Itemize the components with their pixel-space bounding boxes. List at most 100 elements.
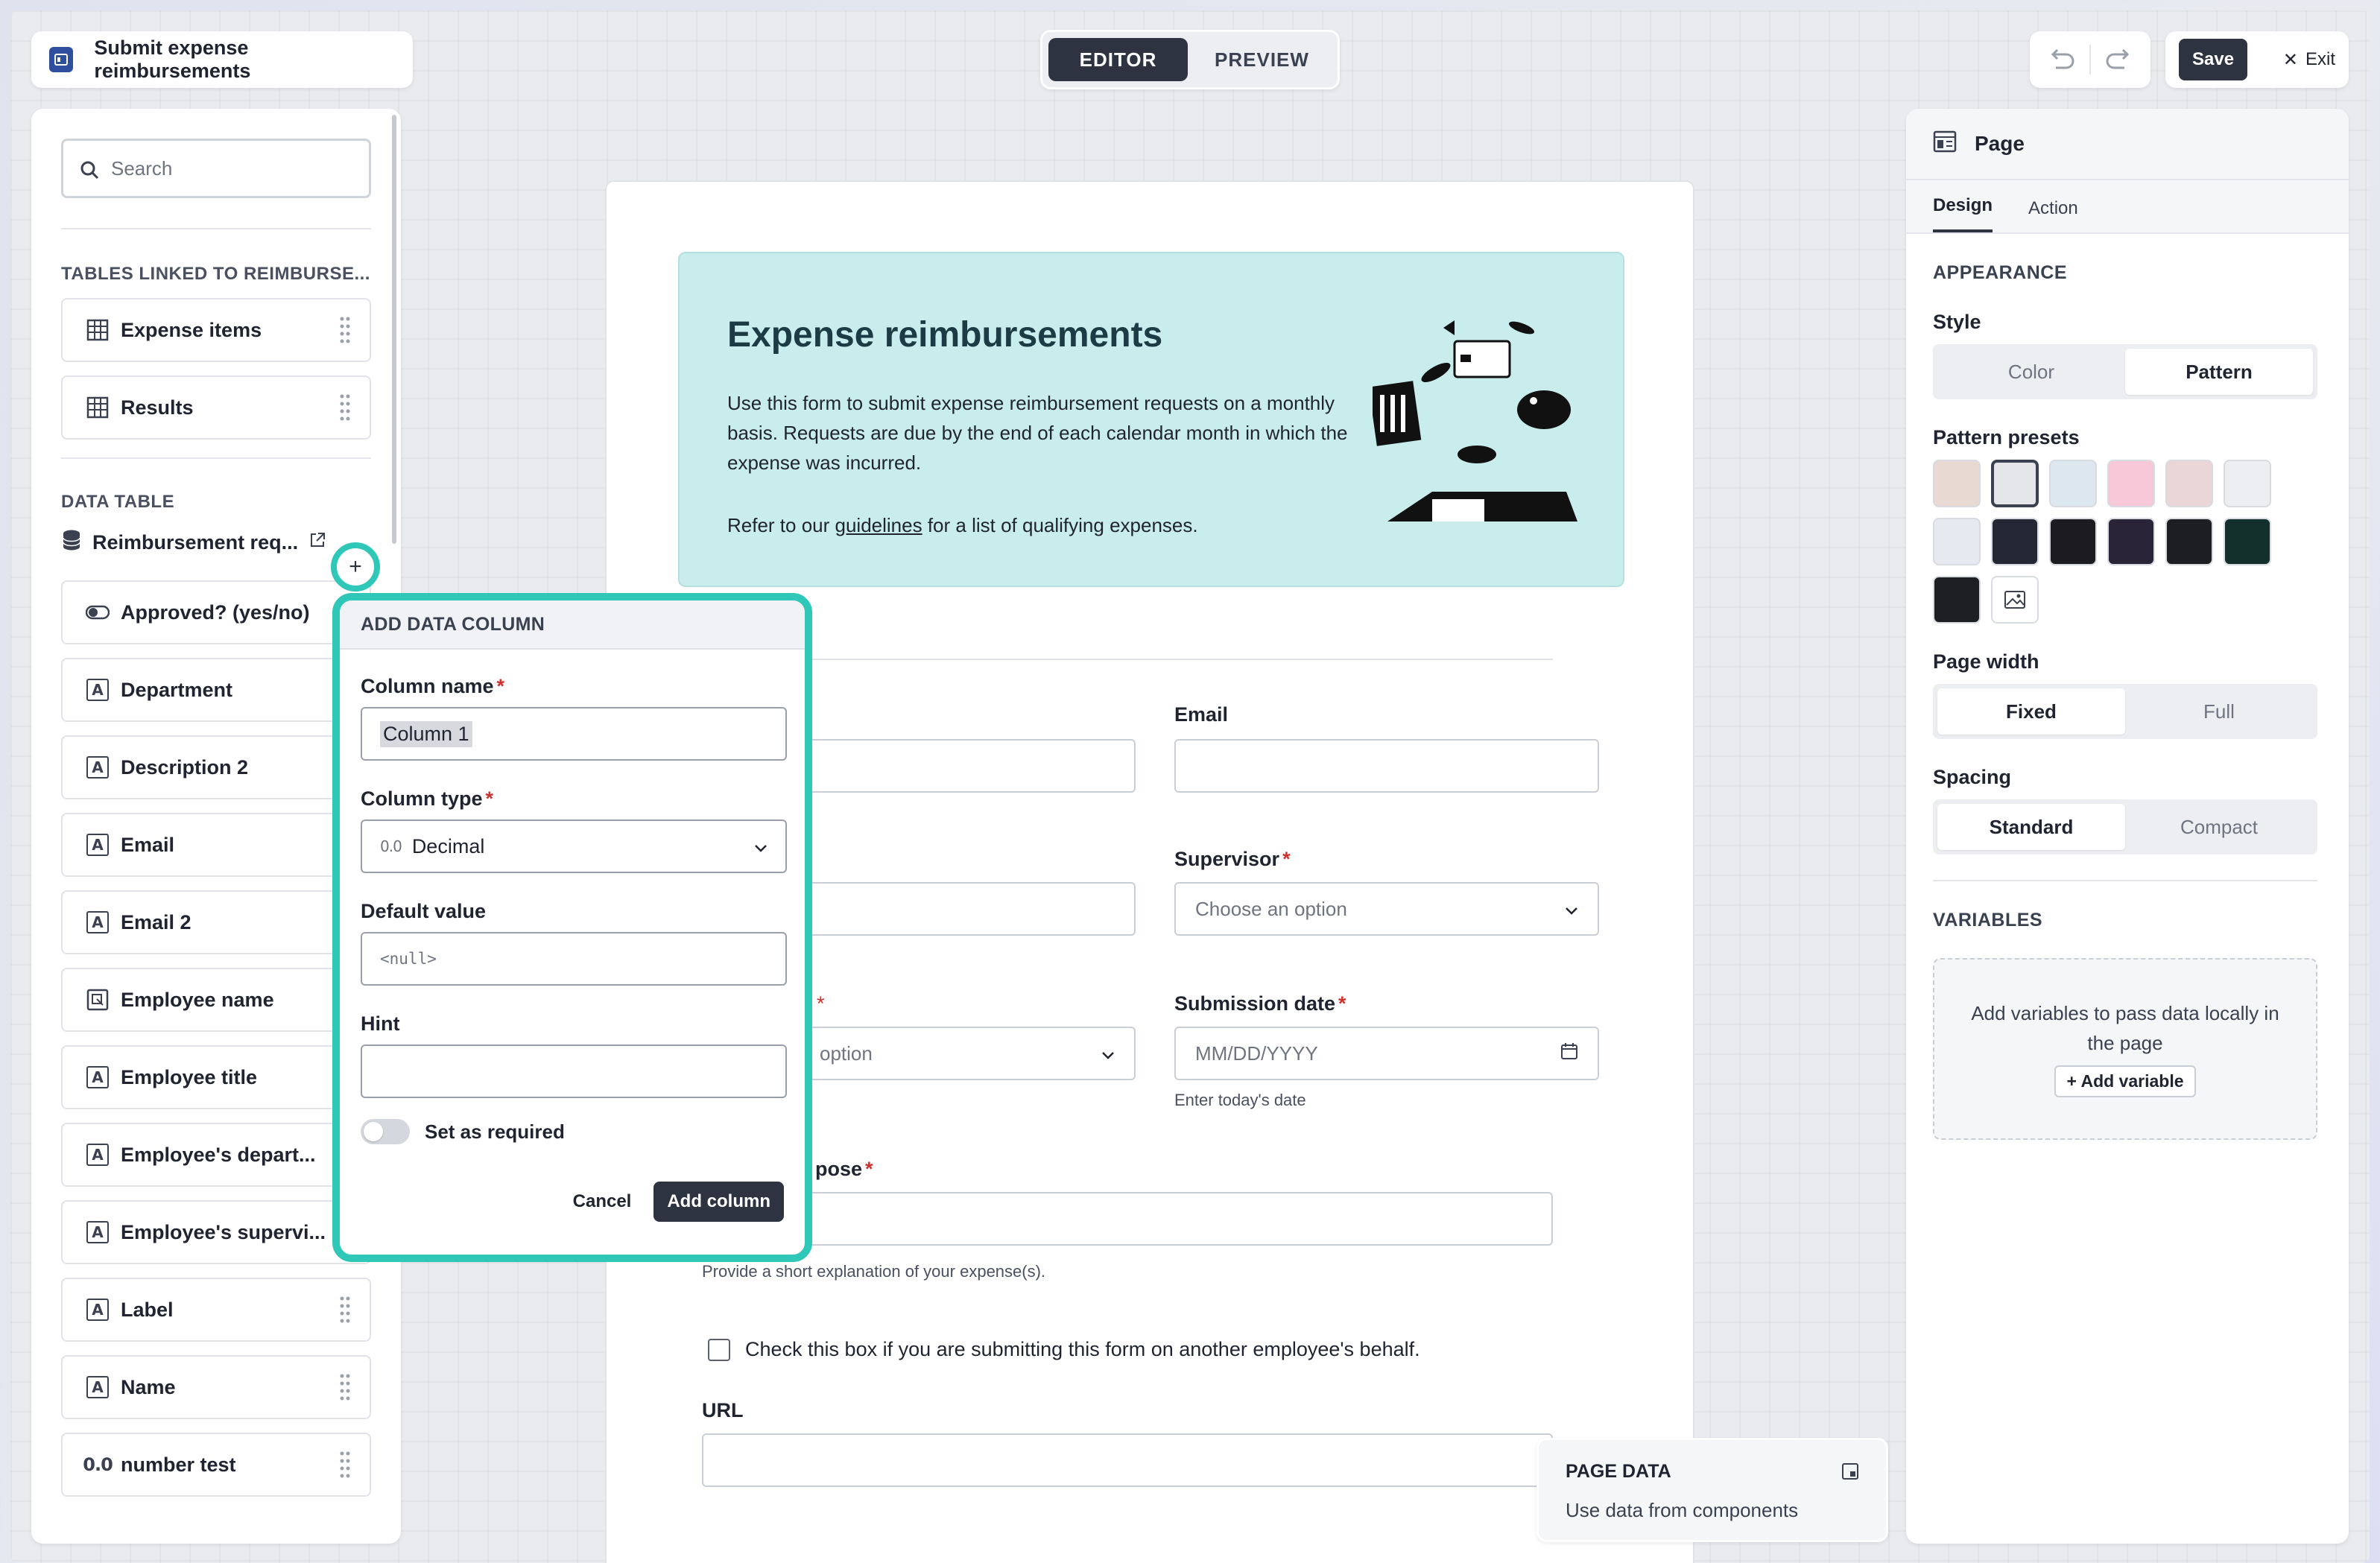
- page-layout-icon: [1933, 130, 1957, 158]
- width-option-fixed[interactable]: Fixed: [1937, 688, 2125, 735]
- add-column-button[interactable]: +: [331, 542, 380, 592]
- header-banner[interactable]: Expense reimbursements Use this form to …: [678, 252, 1624, 587]
- pattern-swatch[interactable]: [2107, 518, 2155, 565]
- search-placeholder: Search: [111, 156, 173, 180]
- sidebar-scrollbar[interactable]: [392, 115, 396, 544]
- pattern-presets-grid: [1933, 460, 2322, 624]
- text-type-icon: A: [85, 910, 110, 935]
- style-option-color[interactable]: Color: [1937, 349, 2125, 395]
- page-data-subtitle: Use data from components: [1566, 1499, 1799, 1521]
- text-type-icon: A: [85, 1220, 110, 1245]
- exit-button[interactable]: ✕ Exit: [2283, 49, 2335, 71]
- spacing-option-compact[interactable]: Compact: [2125, 804, 2313, 850]
- tab-action[interactable]: Action: [2028, 198, 2078, 232]
- submission-date-input[interactable]: MM/DD/YYYY: [1174, 1027, 1599, 1080]
- column-label: Employee's depart...: [121, 1143, 316, 1166]
- drag-handle-icon[interactable]: [340, 393, 350, 428]
- column-item[interactable]: A Employee title: [61, 1045, 371, 1109]
- email-label: Email: [1174, 703, 1229, 726]
- purpose-field[interactable]: [702, 1192, 1553, 1246]
- required-toggle[interactable]: [361, 1119, 410, 1144]
- mode-toggle: EDITOR PREVIEW: [1040, 30, 1340, 89]
- cancel-button[interactable]: Cancel: [573, 1191, 632, 1212]
- data-table-heading: DATA TABLE: [61, 492, 175, 512]
- supervisor-select[interactable]: Choose an option: [1174, 882, 1599, 936]
- column-list: Approved? (yes/no) A Department A Descriptio…: [61, 580, 371, 1497]
- behalf-checkbox[interactable]: [708, 1338, 730, 1361]
- drag-handle-icon[interactable]: [340, 1373, 350, 1408]
- pattern-swatch[interactable]: [1933, 518, 1981, 565]
- column-item[interactable]: 0.0 number test: [61, 1433, 371, 1497]
- linked-table-expense-items[interactable]: Expense items: [61, 298, 371, 362]
- column-item[interactable]: A Email: [61, 813, 371, 877]
- external-link-icon[interactable]: [308, 531, 326, 554]
- url-field[interactable]: [702, 1433, 1553, 1487]
- pattern-swatch[interactable]: [1991, 460, 2039, 507]
- linked-table-results[interactable]: Results: [61, 375, 371, 440]
- default-value-placeholder: <null>: [380, 950, 437, 968]
- style-option-pattern[interactable]: Pattern: [2125, 349, 2313, 395]
- required-toggle-row[interactable]: Set as required: [361, 1119, 784, 1144]
- drag-handle-icon[interactable]: [340, 1451, 350, 1486]
- add-variable-button[interactable]: + Add variable: [2054, 1065, 2196, 1097]
- spacing-option-standard[interactable]: Standard: [1937, 804, 2125, 850]
- pattern-swatch[interactable]: [1991, 518, 2039, 565]
- tab-design[interactable]: Design: [1933, 195, 1993, 232]
- column-item[interactable]: A Label: [61, 1278, 371, 1342]
- column-item[interactable]: A Description 2: [61, 735, 371, 799]
- data-table-row[interactable]: Reimbursement req...: [61, 529, 371, 557]
- add-column-submit-button[interactable]: Add column: [653, 1182, 784, 1222]
- pattern-swatch[interactable]: [2107, 460, 2155, 507]
- submission-date-hint: Enter today's date: [1174, 1091, 1306, 1109]
- redo-icon[interactable]: [2105, 48, 2133, 71]
- width-option-full[interactable]: Full: [2125, 688, 2313, 735]
- drag-handle-icon[interactable]: [340, 1296, 350, 1331]
- column-item[interactable]: A Email 2: [61, 890, 371, 954]
- guidelines-link[interactable]: guidelines: [835, 514, 922, 536]
- column-name-value: Column 1: [380, 720, 472, 747]
- data-table-name: Reimbursement req...: [92, 531, 299, 554]
- search-input[interactable]: Search: [61, 139, 371, 198]
- pattern-presets-label: Pattern presets: [1933, 426, 2080, 448]
- column-label: Employee title: [121, 1065, 258, 1088]
- expand-icon[interactable]: [1841, 1462, 1859, 1484]
- email-field[interactable]: [1174, 739, 1599, 793]
- pattern-swatch[interactable]: [2165, 460, 2213, 507]
- calendar-icon[interactable]: [1560, 1042, 1578, 1065]
- column-label: Employee name: [121, 988, 274, 1011]
- column-item[interactable]: A Name: [61, 1355, 371, 1419]
- pattern-swatch[interactable]: [1933, 460, 1981, 507]
- pattern-swatch[interactable]: [2224, 460, 2271, 507]
- app-form-icon: [49, 47, 74, 72]
- hint-input[interactable]: [361, 1044, 787, 1098]
- pattern-swatch[interactable]: [2224, 518, 2271, 565]
- editor-tab[interactable]: EDITOR: [1048, 38, 1188, 81]
- page-data-card[interactable]: PAGE DATA Use data from components: [1536, 1438, 1888, 1542]
- pattern-swatch[interactable]: [1933, 576, 1981, 624]
- section-divider: [702, 659, 1553, 660]
- column-name-input[interactable]: Column 1: [361, 707, 787, 761]
- column-type-select[interactable]: 0.0 Decimal: [361, 819, 787, 873]
- undo-redo-group: [2030, 31, 2150, 88]
- column-item[interactable]: Approved? (yes/no): [61, 580, 371, 644]
- pattern-swatch[interactable]: [2049, 460, 2097, 507]
- default-value-input[interactable]: <null>: [361, 932, 787, 986]
- panel-title: Page: [1975, 132, 2025, 155]
- variables-help-text: Add variables to pass data locally in th…: [1971, 1002, 2279, 1054]
- pattern-swatch[interactable]: [2165, 518, 2213, 565]
- undo-icon[interactable]: [2047, 48, 2075, 71]
- behalf-checkbox-row[interactable]: Check this box if you are submitting thi…: [708, 1338, 1420, 1361]
- upload-image-icon[interactable]: [1991, 576, 2039, 624]
- submission-date-label: Submission date *: [1174, 992, 1346, 1015]
- left-select-value: option: [820, 1042, 873, 1065]
- drag-handle-icon[interactable]: [340, 316, 350, 351]
- save-button[interactable]: Save: [2179, 39, 2248, 80]
- pattern-swatch[interactable]: [2049, 518, 2097, 565]
- preview-tab[interactable]: PREVIEW: [1192, 38, 1332, 81]
- column-item[interactable]: A Department: [61, 658, 371, 722]
- column-item[interactable]: Employee name: [61, 968, 371, 1032]
- column-label: number test: [121, 1453, 236, 1476]
- column-item[interactable]: A Employee's depart...: [61, 1123, 371, 1187]
- text-type-icon: A: [85, 1297, 110, 1322]
- column-item[interactable]: A Employee's supervi...: [61, 1200, 371, 1264]
